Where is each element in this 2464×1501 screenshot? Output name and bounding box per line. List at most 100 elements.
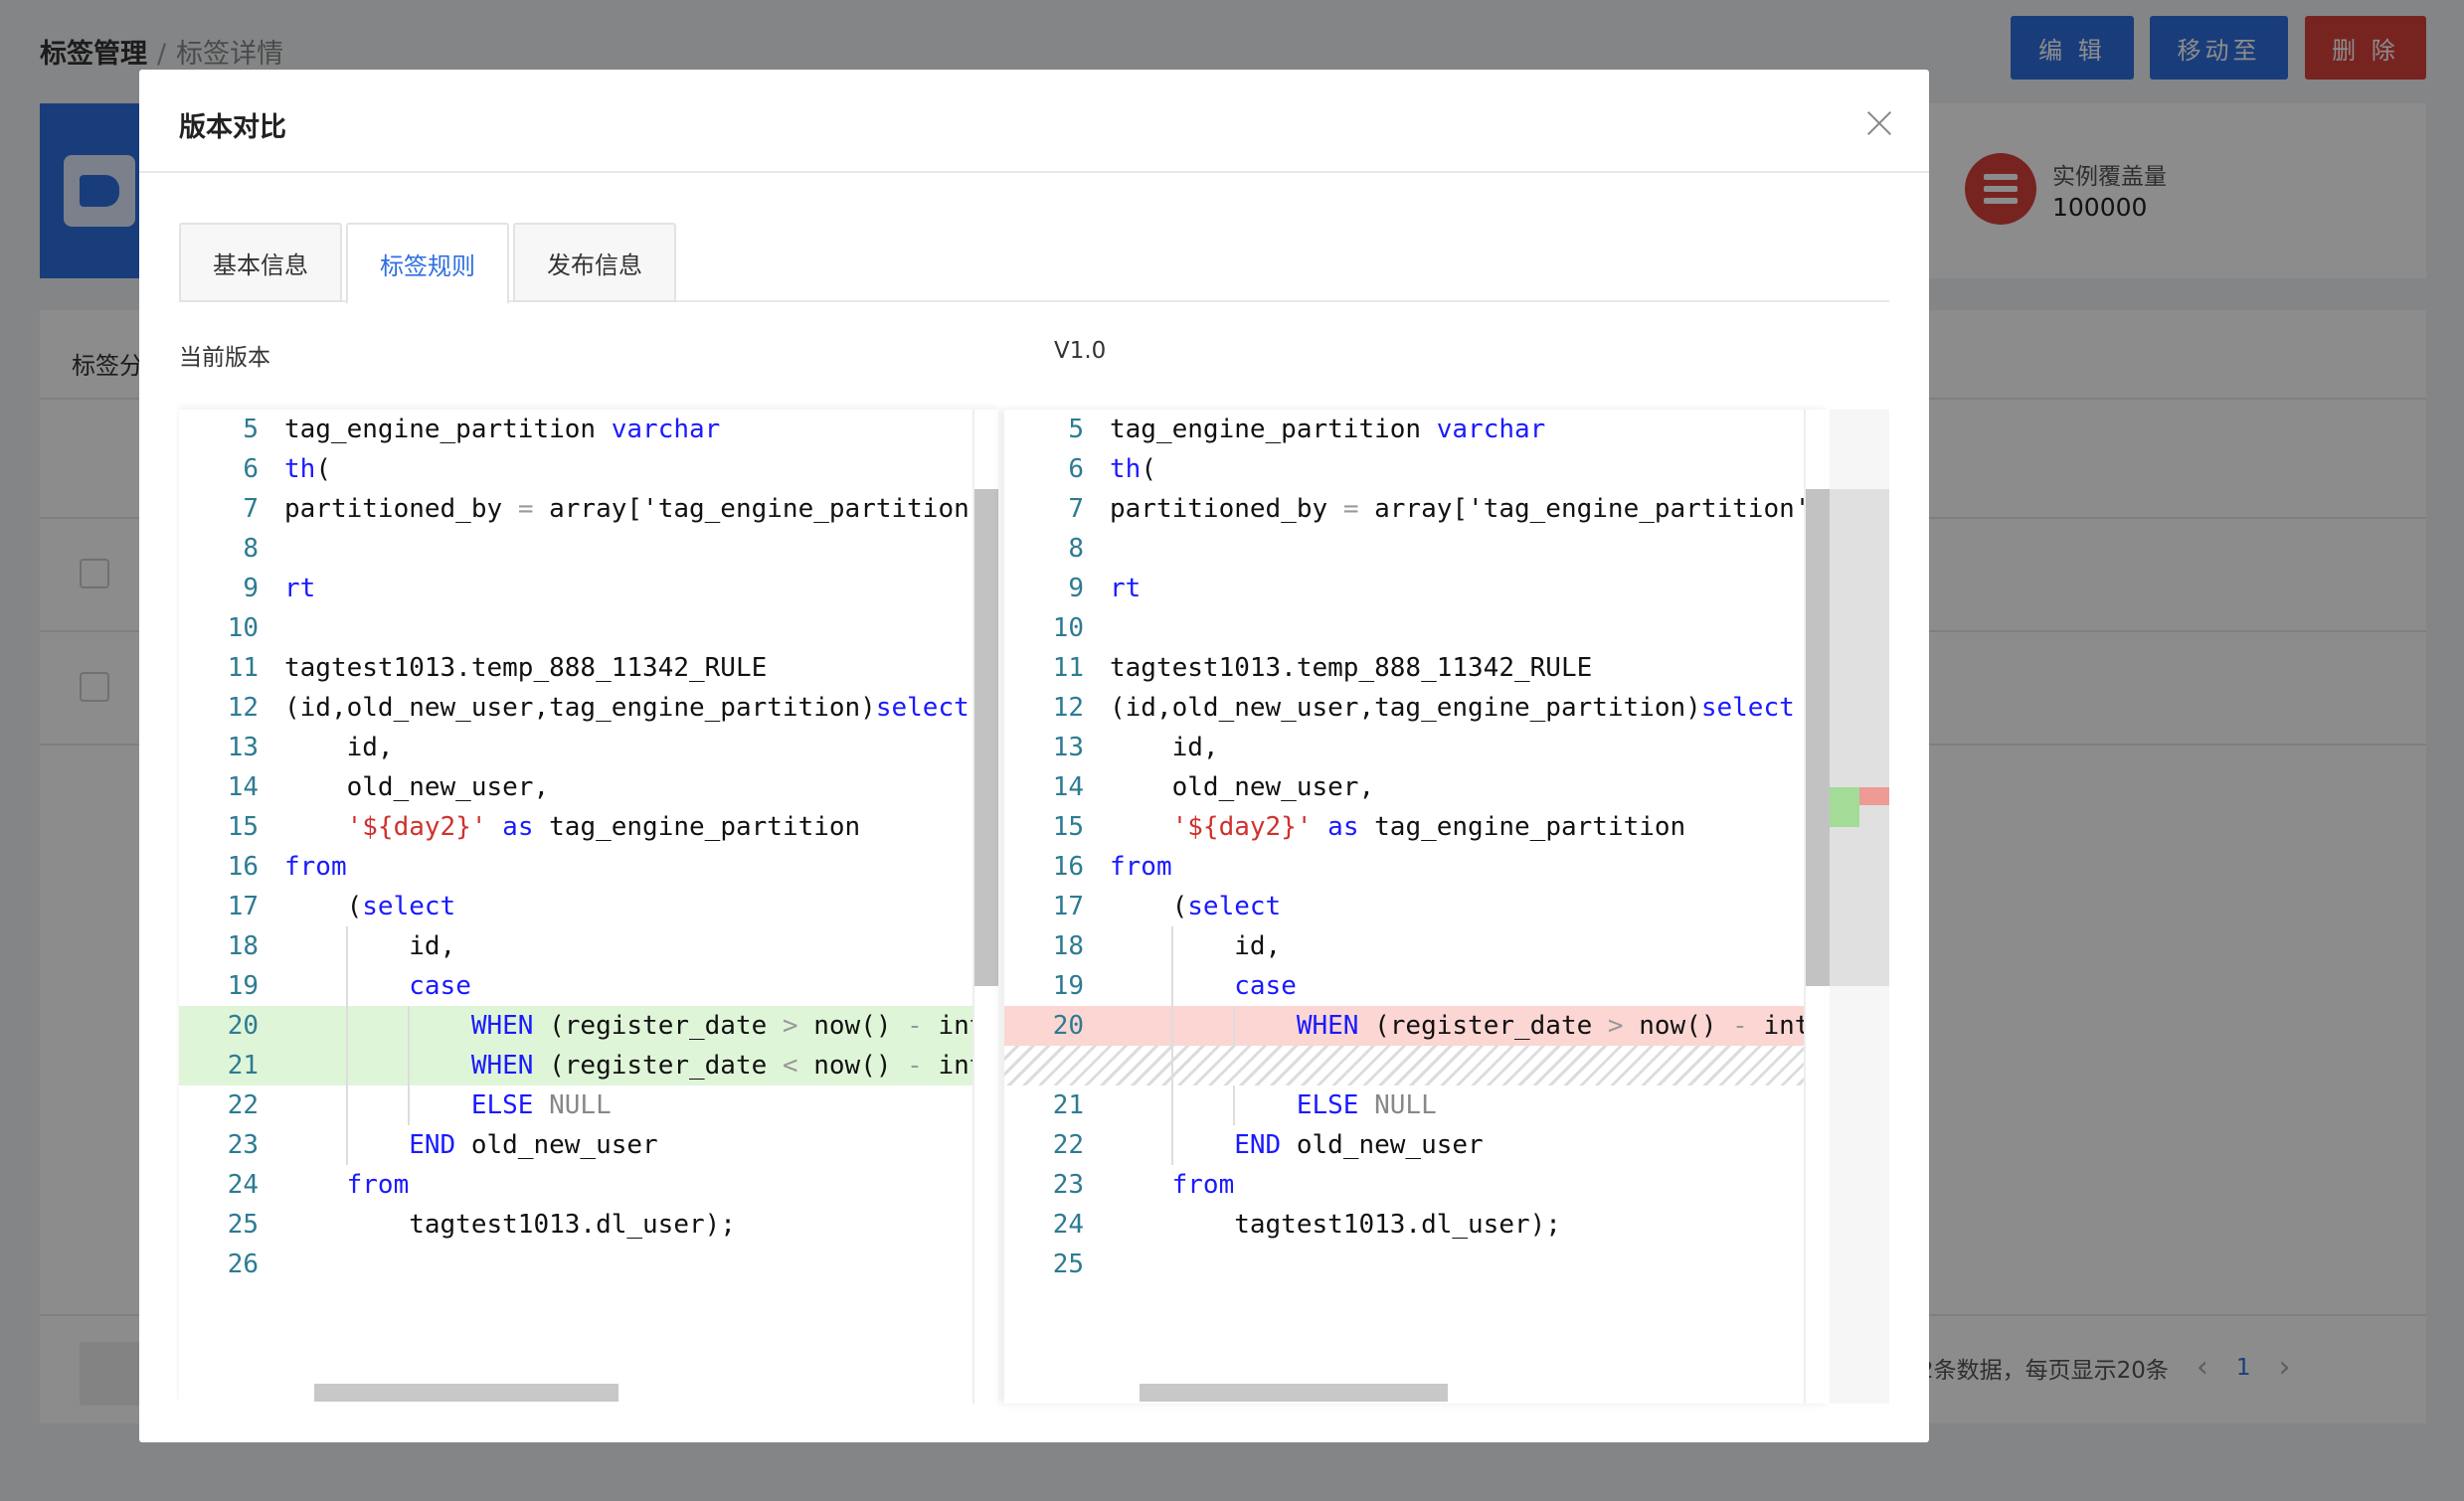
line-number: 11 (227, 653, 259, 683)
code-line[interactable]: 14 old_new_user, (179, 767, 998, 807)
code-line[interactable]: 9 rt (1004, 569, 1830, 608)
code-token: < (782, 1051, 798, 1081)
code-token: from (284, 852, 347, 882)
code-line[interactable]: 16 from (1004, 847, 1830, 887)
code-line[interactable]: 11 tagtest1013.temp_888_11342_RULE (179, 648, 998, 688)
line-number: 10 (1052, 613, 1084, 643)
line-number: 22 (1052, 1130, 1084, 1160)
code-line[interactable]: 12 (id,old_new_user,tag_engine_partition)… (179, 688, 998, 728)
line-number: 26 (227, 1250, 259, 1279)
code-text: partitioned_by = array['tag_engine_parti… (284, 489, 998, 529)
code-line[interactable]: 24 from (179, 1165, 998, 1205)
code-line[interactable]: 15 '${day2}' as tag_engine_partition (1004, 807, 1830, 847)
code-line[interactable]: 7 partitioned_by = array['tag_engine_part… (1004, 489, 1830, 529)
code-text: END old_new_user (284, 1125, 657, 1165)
code-line[interactable]: 10 (1004, 608, 1830, 648)
code-token: ( (1110, 892, 1188, 921)
scrollbar-thumb[interactable] (974, 489, 998, 986)
code-line[interactable]: 24 tagtest1013.dl_user); (1004, 1205, 1830, 1245)
diff-overview-ruler[interactable] (1830, 410, 1889, 1404)
code-line[interactable]: 19 case (179, 966, 998, 1006)
line-number: 8 (1068, 534, 1084, 564)
modal-header: 版本对比 (139, 70, 1929, 173)
code-line[interactable]: 10 (179, 608, 998, 648)
code-line[interactable]: 19 case (1004, 966, 1830, 1006)
code-line[interactable]: 11 tagtest1013.temp_888_11342_RULE (1004, 648, 1830, 688)
code-line[interactable]: 18 id, (1004, 926, 1830, 966)
code-line[interactable]: 5 tag_engine_partition varchar (1004, 410, 1830, 449)
overview-viewport[interactable] (1830, 489, 1889, 986)
line-number: 17 (1052, 892, 1084, 921)
code-line[interactable]: 9 rt (179, 569, 998, 608)
tab-publish-info[interactable]: 发布信息 (513, 223, 676, 302)
tab-tag-rules[interactable]: 标签规则 (346, 223, 509, 304)
code-line[interactable]: 7 partitioned_by = array['tag_engine_part… (179, 489, 998, 529)
code-token: NULL (549, 1090, 612, 1120)
code-token: END (1234, 1130, 1282, 1160)
code-token: > (782, 1011, 798, 1041)
code-line[interactable]: 25 tagtest1013.dl_user); (179, 1205, 998, 1245)
code-token: id, (1110, 931, 1282, 961)
vertical-scrollbar[interactable] (1804, 410, 1830, 1404)
code-token: as (502, 812, 534, 842)
overview-added-marker (1830, 787, 1859, 827)
code-text: old_new_user, (284, 767, 550, 807)
horizontal-scrollbar[interactable] (1140, 1384, 1448, 1402)
code-line[interactable]: 17 (select (1004, 887, 1830, 926)
horizontal-scrollbar[interactable] (314, 1384, 618, 1402)
code-text: id, (284, 728, 394, 767)
code-line[interactable]: 21 ELSE NULL (1004, 1085, 1830, 1125)
code-line[interactable]: 22 END old_new_user (1004, 1125, 1830, 1165)
line-number: 14 (227, 772, 259, 802)
code-token: varchar (611, 415, 721, 444)
code-text: '${day2}' as tag_engine_partition (284, 807, 861, 847)
diff-line-added[interactable]: 20 WHEN (register_date > now() - inte (179, 1006, 998, 1046)
tab-basic-info[interactable]: 基本信息 (179, 223, 342, 302)
diff-line-removed[interactable]: 20 WHEN (register_date > now() - inter (1004, 1006, 1830, 1046)
code-line[interactable]: 8 (179, 529, 998, 569)
scrollbar-thumb[interactable] (1806, 489, 1830, 986)
code-line[interactable]: 14 old_new_user, (1004, 767, 1830, 807)
code-token: tag_engine_partition (533, 812, 861, 842)
line-number: 15 (1052, 812, 1084, 842)
code-token: = (1342, 494, 1359, 524)
code-line[interactable]: 12 (id,old_new_user,tag_engine_partition)… (1004, 688, 1830, 728)
code-token: tagtest1013.temp_888_11342_RULE (1110, 653, 1593, 683)
diff-line-added[interactable]: 21 WHEN (register_date < now() - inte (179, 1046, 998, 1085)
code-token: (id,old_new_user,tag_engine_partition) (1110, 693, 1701, 723)
code-text: from (1110, 847, 1172, 887)
code-line[interactable]: 13 id, (1004, 728, 1830, 767)
close-icon[interactable] (1859, 103, 1899, 143)
code-line[interactable]: 13 id, (179, 728, 998, 767)
code-token: rt (284, 574, 316, 603)
code-token: th (284, 454, 316, 484)
code-line[interactable]: 23 END old_new_user (179, 1125, 998, 1165)
vertical-scrollbar[interactable] (972, 410, 998, 1404)
code-line[interactable]: 26 (179, 1245, 998, 1284)
code-text: '${day2}' as tag_engine_partition (1110, 807, 1686, 847)
code-line[interactable]: 17 (select (179, 887, 998, 926)
diff-line-placeholder[interactable] (1004, 1046, 1830, 1085)
code-token: tag_engine_partition (1358, 812, 1686, 842)
line-number: 20 (227, 1011, 259, 1041)
code-line[interactable]: 16 from (179, 847, 998, 887)
line-number: 7 (1068, 494, 1084, 524)
code-line[interactable]: 6 th( (179, 449, 998, 489)
code-line[interactable]: 22 ELSE NULL (179, 1085, 998, 1125)
compare-version-editor[interactable]: 5 tag_engine_partition varchar 6 th(7 partit… (1004, 410, 1830, 1404)
code-token: ( (284, 892, 363, 921)
code-line[interactable]: 8 (1004, 529, 1830, 569)
line-number: 21 (227, 1051, 259, 1081)
code-token: old_new_user, (284, 772, 550, 802)
line-number: 22 (227, 1090, 259, 1120)
code-token: case (409, 971, 471, 1001)
code-line[interactable]: 25 (1004, 1245, 1830, 1284)
code-line[interactable]: 23 from (1004, 1165, 1830, 1205)
code-line[interactable]: 6 th( (1004, 449, 1830, 489)
code-text: id, (1110, 728, 1219, 767)
code-line[interactable]: 15 '${day2}' as tag_engine_partition (179, 807, 998, 847)
code-line[interactable]: 18 id, (179, 926, 998, 966)
code-line[interactable]: 5 tag_engine_partition varchar (179, 410, 998, 449)
current-version-editor[interactable]: 5 tag_engine_partition varchar 6 th(7 partit… (179, 410, 998, 1404)
